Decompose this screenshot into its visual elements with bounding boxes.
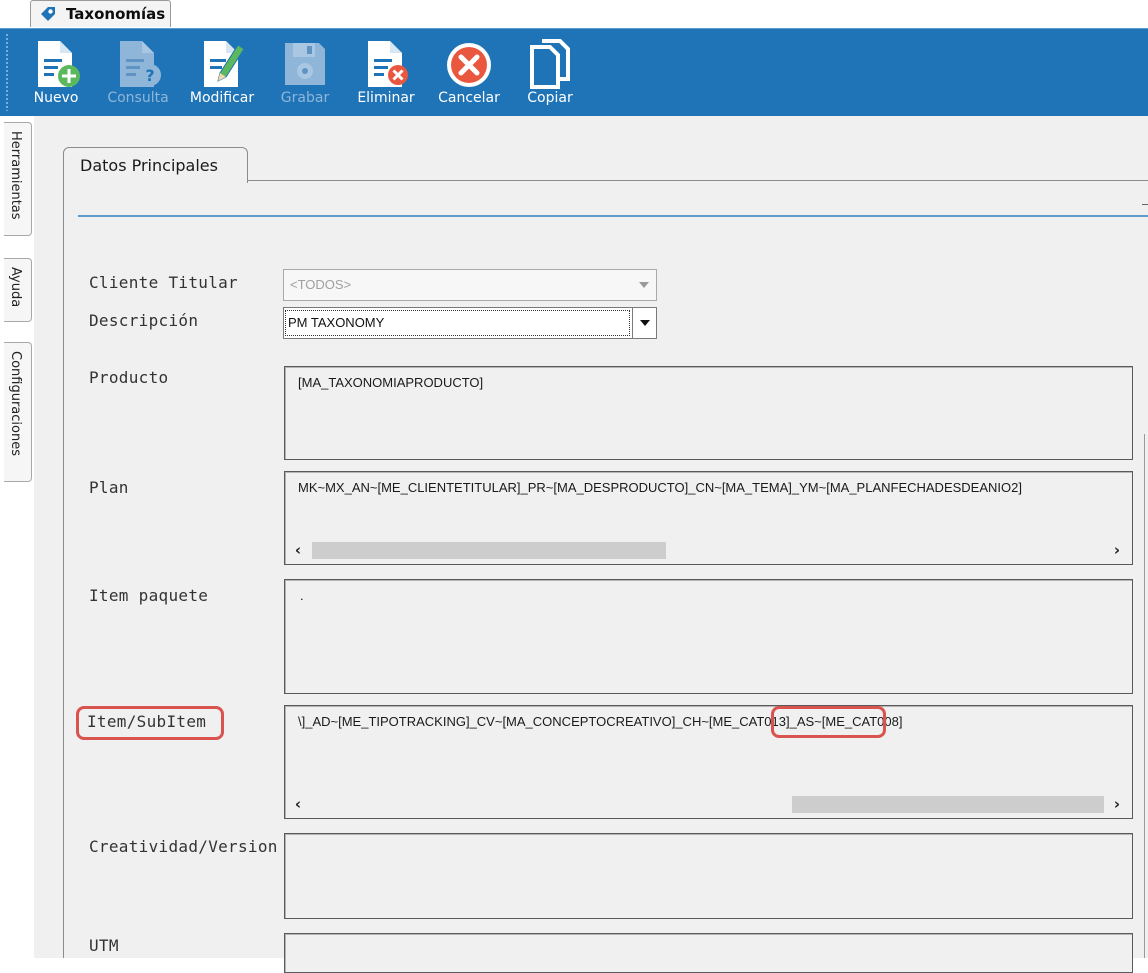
descripcion-value: PM TAXONOMY [285,310,630,336]
panel-divider [78,215,1148,217]
scroll-left-icon[interactable]: ‹ [288,794,308,814]
side-tab-herramientas-label: Herramientas [8,131,23,220]
panel-edge-tick [1142,204,1148,205]
consulta-button[interactable]: ? Consulta [103,35,173,111]
grabar-button[interactable]: Grabar [274,35,336,111]
tab-datos-principales[interactable]: Datos Principales [63,147,248,183]
utm-label: UTM [89,936,119,955]
copiar-button[interactable]: Copiar [520,35,580,111]
cancel-icon [447,43,491,87]
scroll-right-icon[interactable]: › [1107,794,1127,814]
toolbar-grip[interactable] [5,33,9,111]
modificar-button[interactable]: Modificar [184,35,260,111]
scroll-left-icon[interactable]: ‹ [288,540,308,560]
main-content: Datos Principales Cliente Titular <TODOS… [34,116,1148,973]
eliminar-button[interactable]: Eliminar [352,35,420,111]
item-subitem-label-highlight [76,706,224,740]
panel-right-edge [1144,434,1148,958]
side-tab-configuraciones[interactable]: Configuraciones [4,342,32,482]
modificar-label: Modificar [189,90,255,106]
producto-label: Producto [89,368,169,387]
copy-icon [530,39,570,89]
query-document-icon: ? [120,41,161,87]
cliente-titular-value: <TODOS> [290,277,352,292]
save-disk-icon [285,43,325,85]
side-panel-tabs: Herramientas Ayuda Configuraciones [0,116,34,958]
plan-horizontal-scrollbar[interactable]: ‹ › [286,537,1131,563]
plan-value: MK~MX_AN~[ME_CLIENTETITULAR]_PR~[MA_DESP… [298,480,1022,495]
nuevo-button[interactable]: Nuevo [26,35,86,111]
side-tab-herramientas[interactable]: Herramientas [4,122,32,236]
producto-value: [MA_TAXONOMIAPRODUCTO] [298,375,484,390]
producto-textarea[interactable]: [MA_TAXONOMIAPRODUCTO] [284,366,1133,460]
copiar-label: Copiar [527,90,573,106]
cancelar-button[interactable]: Cancelar [431,35,507,111]
item-subitem-value-prefix: \]_AD~[ME_TIPOTRACKING]_CV~[MA_CONCEPTOC… [298,714,709,729]
item-paquete-value: . [300,588,304,603]
chevron-down-icon[interactable] [632,270,656,300]
window-tab-title: Taxonomías [66,5,166,23]
svg-text:?: ? [145,66,154,85]
creatividad-textarea[interactable] [284,833,1133,919]
descripcion-label: Descripción [89,311,199,330]
tab-join [64,180,247,183]
utm-textarea[interactable] [284,933,1133,973]
tab-datos-principales-label: Datos Principales [80,156,218,175]
cliente-titular-combo[interactable]: <TODOS> [283,269,657,301]
grabar-label: Grabar [280,90,330,106]
nuevo-label: Nuevo [33,90,79,106]
app-logo-icon [41,7,55,21]
consulta-label: Consulta [107,90,169,106]
item-subitem-textarea[interactable]: \]_AD~[ME_TIPOTRACKING]_CV~[MA_CONCEPTOC… [284,705,1133,819]
scroll-thumb[interactable] [792,796,1104,813]
creatividad-label: Creatividad/Version [89,837,278,856]
edit-document-icon [204,41,245,87]
scroll-right-icon[interactable]: › [1107,540,1127,560]
side-tab-configuraciones-label: Configuraciones [8,351,23,456]
item-paquete-textarea[interactable]: . [284,579,1133,694]
scroll-thumb[interactable] [312,542,666,559]
delete-document-icon [368,41,408,87]
cliente-titular-label: Cliente Titular [89,273,238,292]
chevron-down-icon[interactable] [632,308,656,338]
window-tab-strip: Taxonomías [0,0,1148,28]
eliminar-label: Eliminar [357,90,415,106]
toolbar: Nuevo ? Consulta Modificar Grabar Elimin… [0,28,1148,116]
item-subitem-horizontal-scrollbar[interactable]: ‹ › [286,791,1131,817]
new-document-icon [38,41,80,87]
plan-textarea[interactable]: MK~MX_AN~[ME_CLIENTETITULAR]_PR~[MA_DESP… [284,471,1133,565]
side-tab-ayuda[interactable]: Ayuda [4,258,32,322]
me-cat013-highlight [771,706,886,738]
cancelar-label: Cancelar [438,90,500,106]
window-tab-taxonomias[interactable]: Taxonomías [30,0,171,27]
descripcion-combo[interactable]: PM TAXONOMY [283,307,657,339]
plan-label: Plan [89,478,129,497]
item-paquete-label: Item paquete [89,586,209,605]
side-tab-ayuda-label: Ayuda [8,267,23,308]
